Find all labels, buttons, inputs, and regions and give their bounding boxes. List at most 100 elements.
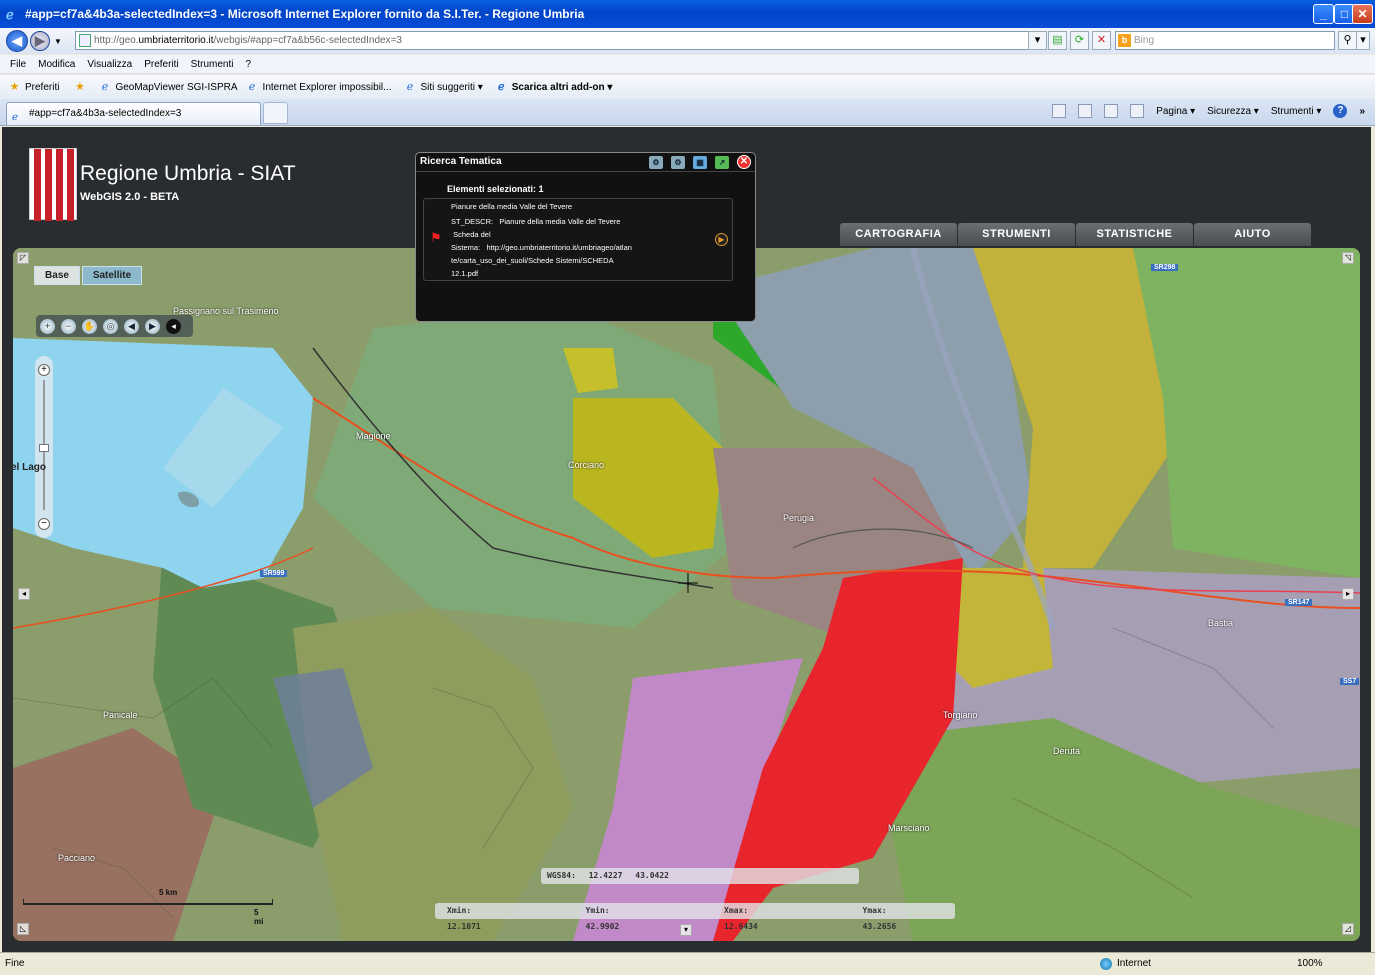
search-button[interactable]: ⚲ [1338, 31, 1357, 50]
map-canvas[interactable] [13, 248, 1360, 941]
config-icon[interactable]: ⚙ [671, 156, 685, 169]
star-icon: ★ [9, 80, 20, 93]
zoom-in-icon[interactable]: + [38, 364, 50, 376]
menu-statistiche[interactable]: STATISTICHE [1076, 223, 1193, 246]
compatibility-icon[interactable]: ▤ [1048, 31, 1067, 50]
cmd-pagina[interactable]: Pagina ▾ [1156, 106, 1195, 117]
menu-preferiti[interactable]: Preferiti [144, 59, 178, 70]
cmd-strumenti[interactable]: Strumenti ▾ [1271, 106, 1322, 117]
address-bar[interactable]: http://geo. umbriaterritorio.it/webgis/#a… [75, 31, 1045, 50]
feeds-icon[interactable] [1078, 104, 1093, 118]
go-arrow-icon[interactable]: ▶ [715, 233, 728, 246]
zoom-in-tool-icon[interactable]: + [40, 318, 55, 334]
tab-current[interactable]: ℯ #app=cf7a&4b3a-selectedIndex=3 [6, 102, 261, 125]
menu-bar: File Modifica Visualizza Preferiti Strum… [0, 55, 1375, 74]
stop-icon[interactable]: ✕ [1092, 31, 1111, 50]
ie-page-icon: ℯ [248, 80, 256, 93]
extent-xmin: 12.1071 [447, 922, 481, 931]
zoom-slider-handle[interactable] [39, 444, 49, 452]
extent-ymax: 43.2656 [862, 922, 897, 931]
page-icon [79, 34, 91, 47]
back-button[interactable]: ◀ [6, 30, 28, 52]
pan-hand-icon[interactable]: ✋ [82, 318, 97, 334]
favorites-button[interactable]: ★ Preferiti [8, 80, 60, 94]
fav-get-addons[interactable]: ℯ Scarica altri add-on ▾ [495, 81, 612, 94]
result-link-line1[interactable]: http://geo.umbriaterritorio.it/umbriageo… [486, 243, 632, 252]
place-label-panicale: Panicale [103, 710, 138, 720]
page-content: Regione Umbria - SIAT WebGIS 2.0 - BETA … [2, 127, 1371, 952]
collapse-toolbar-icon[interactable]: ◂ [166, 318, 181, 334]
pan-down-right-icon[interactable]: ◿ [1342, 923, 1354, 935]
next-extent-icon[interactable]: ▶ [145, 318, 160, 334]
close-button[interactable]: ✕ [1352, 4, 1373, 24]
pan-left-icon[interactable]: ◂ [18, 588, 30, 600]
cmd-sicurezza[interactable]: Sicurezza ▾ [1207, 106, 1259, 117]
coord-label: WGS84: [547, 871, 576, 880]
status-bar: Fine Internet 100% [0, 952, 1375, 975]
popup-close-icon[interactable]: ✕ [737, 155, 751, 169]
fav-ie-error[interactable]: ℯ Internet Explorer impossibil... [246, 81, 392, 94]
address-dropdown-button[interactable]: ▾ [1028, 31, 1047, 50]
menu-modifica[interactable]: Modifica [38, 59, 75, 70]
tool-icon[interactable]: ⚙ [649, 156, 663, 169]
flag-icon: ⚑ [430, 230, 442, 245]
navigation-bar: ◀ ▶ ▼ http://geo. umbriaterritorio.it/web… [0, 28, 1375, 54]
extent-xmax: 12.6434 [724, 922, 758, 931]
fav-suggested-sites[interactable]: ℯ Siti suggeriti ▾ [404, 81, 483, 94]
place-label-corciano: Corciano [568, 460, 605, 470]
zoom-level[interactable]: 100% [1297, 953, 1323, 974]
result-heading: Pianure della media Valle del Tevere [451, 202, 573, 211]
result-descr: Pianure della media Valle del Tevere [499, 217, 621, 226]
previous-extent-icon[interactable]: ◀ [124, 318, 139, 334]
menu-strumenti-site[interactable]: STRUMENTI [958, 223, 1075, 246]
site-subtitle: WebGIS 2.0 - BETA [80, 191, 180, 203]
menu-strumenti[interactable]: Strumenti [191, 59, 234, 70]
add-favorite-button[interactable]: ★ [73, 81, 90, 94]
home-icon[interactable] [1052, 104, 1067, 118]
menu-help[interactable]: ? [245, 59, 251, 70]
pan-up-right-icon[interactable]: ◹ [1342, 252, 1354, 264]
command-bar: Pagina ▾ Sicurezza ▾ Strumenti ▾ ? » [1052, 104, 1365, 118]
place-label-pacciano: Pacciano [58, 853, 96, 863]
menu-file[interactable]: File [10, 59, 26, 70]
export-icon[interactable]: ↗ [715, 156, 729, 169]
browser-window: ℯ #app=cf7a&4b3a-selectedIndex=3 - Micro… [0, 0, 1375, 975]
status-text: Fine [5, 958, 25, 969]
bing-icon: b [1118, 34, 1131, 47]
result-link-line2[interactable]: te/carta_uso_dei_suoli/Schede Sistemi/SC… [451, 254, 732, 267]
help-icon[interactable]: ? [1333, 104, 1348, 118]
menu-visualizza[interactable]: Visualizza [87, 59, 132, 70]
mail-icon[interactable] [1104, 104, 1119, 118]
search-options-button[interactable]: ▾ [1356, 31, 1370, 50]
popup-result-item[interactable]: ⚑ Pianure della media Valle del Tevere S… [423, 198, 733, 281]
place-label-perugia: Perugia [783, 513, 815, 523]
satellite-layer-toggle[interactable]: Satellite [82, 266, 142, 285]
result-link-line3[interactable]: 12.1.pdf [451, 267, 732, 280]
coordinate-readout: WGS84: 12.4227 43.0422 [541, 868, 859, 884]
refresh-icon[interactable]: ⟳ [1070, 31, 1089, 50]
fav-geomapviewer[interactable]: ℯ GeoMapViewer SGI-ISPRA [98, 81, 238, 94]
new-tab-button[interactable] [263, 102, 288, 124]
popup-selected-count: Elementi selezionati: 1 [447, 184, 544, 194]
pan-right-icon[interactable]: ▸ [1342, 588, 1354, 600]
chevron-right-icon[interactable]: » [1359, 106, 1365, 117]
print-icon[interactable] [1130, 104, 1145, 118]
place-label-marsciano: Marsciano [888, 823, 930, 833]
zoom-out-icon[interactable]: − [38, 518, 50, 530]
forward-button[interactable]: ▶ [30, 31, 50, 51]
search-input[interactable]: b Bing [1115, 31, 1335, 50]
menu-aiuto[interactable]: AIUTO [1194, 223, 1311, 246]
map-viewport[interactable]: Base Satellite + − ✋ ◎ ◀ ▶ ◂ + − el Lago… [13, 248, 1360, 941]
zoom-out-tool-icon[interactable]: − [61, 318, 76, 334]
menu-cartografia[interactable]: CARTOGRAFIA [840, 223, 957, 246]
pan-up-left-icon[interactable]: ◸ [17, 252, 29, 264]
pan-down-icon[interactable]: ▾ [680, 924, 692, 936]
zoom-slider[interactable]: + − [35, 356, 53, 538]
site-title: Regione Umbria - SIAT [80, 162, 296, 185]
base-layer-toggle[interactable]: Base [34, 266, 80, 285]
place-label-passignano: Passignano sul Trasimeno [173, 306, 279, 316]
table-icon[interactable]: ▦ [693, 156, 707, 169]
minimize-button[interactable]: _ [1313, 4, 1334, 24]
history-dropdown-icon[interactable]: ▼ [54, 37, 62, 46]
zoom-extent-icon[interactable]: ◎ [103, 318, 118, 334]
